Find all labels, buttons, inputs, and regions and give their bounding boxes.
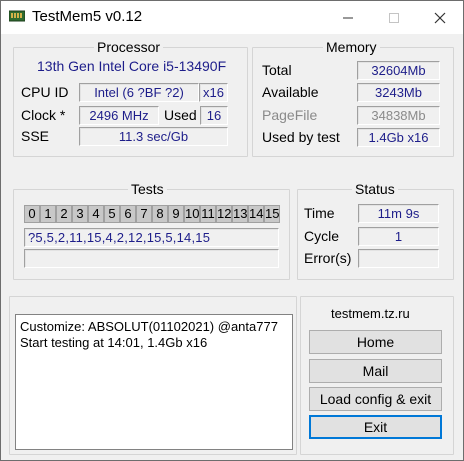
memory-group-title: Memory: [323, 39, 380, 55]
test-index-cell: 11: [200, 205, 216, 223]
used-by-test-field: 1.4Gb x16: [357, 128, 440, 147]
test-index-cell: 12: [216, 205, 232, 223]
total-field: 32604Mb: [357, 61, 440, 80]
test-index-cell: 9: [168, 205, 184, 223]
cpu-threads-field: x16: [199, 83, 228, 102]
test-index-cell: 2: [56, 205, 72, 223]
test-progress-field: [24, 249, 279, 268]
test-index-cell: 4: [88, 205, 104, 223]
memory-chip-icon: [9, 10, 25, 22]
mail-button[interactable]: Mail: [309, 359, 442, 383]
minimize-icon: [343, 17, 353, 18]
test-index-cell: 6: [120, 205, 136, 223]
test-index-cell: 7: [136, 205, 152, 223]
cycle-label: Cycle: [304, 228, 340, 244]
used-by-test-label: Used by test: [262, 129, 340, 145]
test-sequence-field: ?5,5,2,11,15,4,2,12,15,5,14,15: [24, 228, 279, 247]
tests-group-title: Tests: [128, 181, 167, 197]
test-index-cell: 3: [72, 205, 88, 223]
used-threads-label: Used: [164, 107, 197, 123]
sse-label: SSE: [21, 128, 50, 144]
test-index-cell: 8: [152, 205, 168, 223]
cycle-field: 1: [358, 227, 439, 246]
total-label: Total: [262, 62, 292, 78]
log-line: Start testing at 14:01, 1.4Gb x16: [20, 335, 208, 350]
close-icon: [434, 12, 446, 23]
close-button[interactable]: [417, 1, 463, 34]
clock-label: Clock *: [21, 107, 66, 123]
title-bar[interactable]: TestMem5 v0.12: [1, 1, 463, 34]
maximize-button[interactable]: [371, 1, 417, 34]
load-config-exit-button[interactable]: Load config & exit: [309, 387, 442, 411]
maximize-icon: [389, 12, 399, 23]
cpu-id-field: Intel (6 ?BF ?2): [79, 83, 199, 102]
home-button[interactable]: Home: [309, 330, 442, 354]
test-index-cell: 5: [104, 205, 120, 223]
cpu-name: 13th Gen Intel Core i5-13490F: [37, 58, 227, 74]
cpu-id-label: CPU ID: [21, 84, 69, 100]
processor-group-title: Processor: [94, 39, 164, 55]
clock-field: 2496 MHz: [79, 106, 159, 125]
exit-button[interactable]: Exit: [309, 415, 442, 439]
testmem-window: TestMem5 v0.12 Processor 13th Gen Intel …: [0, 0, 464, 461]
pagefile-label: PageFile: [262, 107, 318, 123]
errors-field: [358, 249, 439, 268]
log-line: Customize: ABSOLUT(01102021) @anta777: [20, 319, 278, 334]
time-label: Time: [304, 205, 335, 221]
status-group-title: Status: [352, 181, 398, 197]
minimize-button[interactable]: [325, 1, 371, 34]
used-threads-field: 16: [200, 106, 228, 125]
window-title: TestMem5 v0.12: [32, 8, 143, 25]
sse-field: 11.3 sec/Gb: [79, 127, 228, 146]
test-index-cell: 1: [40, 205, 56, 223]
time-field: 11m 9s: [358, 204, 439, 223]
errors-label: Error(s): [304, 250, 352, 266]
log-textarea[interactable]: Customize: ABSOLUT(01102021) @anta777 St…: [15, 314, 293, 450]
test-index-cell: 15: [264, 205, 280, 223]
test-index-cell: 13: [232, 205, 248, 223]
test-index-cell: 10: [184, 205, 200, 223]
available-field: 3243Mb: [357, 83, 440, 102]
available-label: Available: [262, 84, 319, 100]
pagefile-field: 34838Mb: [357, 106, 440, 125]
site-link[interactable]: testmem.tz.ru: [331, 306, 410, 321]
test-index-cell: 0: [24, 205, 40, 223]
test-index-cell: 14: [248, 205, 264, 223]
